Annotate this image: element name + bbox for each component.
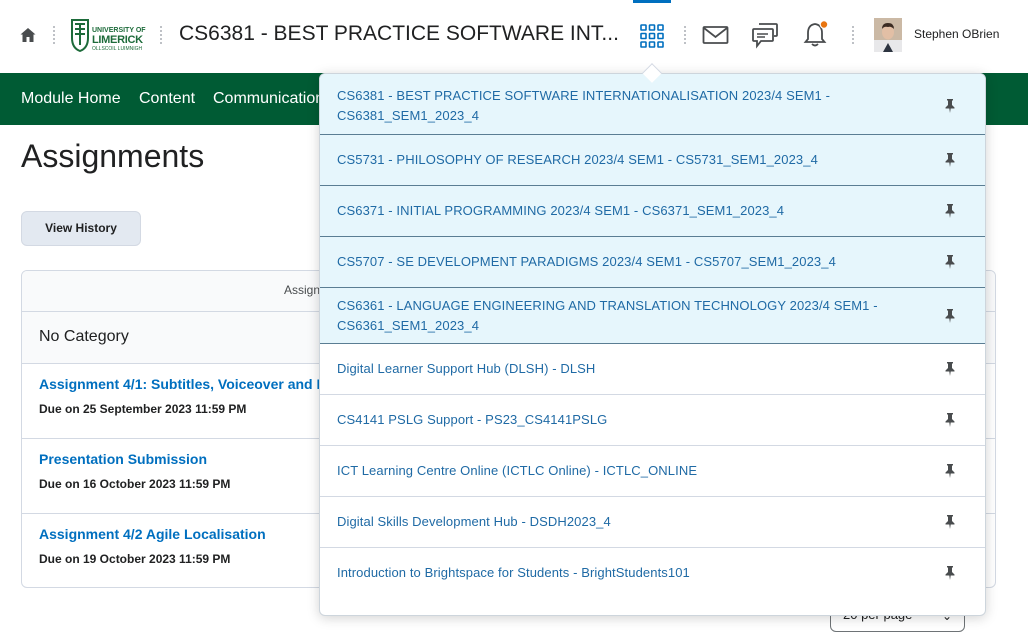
chat-icon[interactable] <box>751 21 779 49</box>
assignment-link[interactable]: Presentation Submission <box>39 451 207 467</box>
university-logo[interactable]: UNIVERSITY OF LIMERICK OLLSCOIL LUIMNIGH <box>70 18 146 54</box>
course-link[interactable]: Introduction to Brightspace for Students… <box>337 563 917 583</box>
course-selector-dropdown: CS6381 - BEST PRACTICE SOFTWARE INTERNAT… <box>319 73 986 616</box>
pin-icon[interactable] <box>944 515 956 529</box>
course-item[interactable]: CS5707 - SE DEVELOPMENT PARADIGMS 2023/4… <box>320 237 985 288</box>
page-title: Assignments <box>21 138 205 174</box>
pin-icon[interactable] <box>944 566 956 580</box>
due-date: Due on 19 October 2023 11:59 PM <box>39 552 231 566</box>
separator <box>684 25 686 45</box>
nav-content[interactable]: Content <box>139 90 195 108</box>
course-item[interactable]: CS6361 - LANGUAGE ENGINEERING AND TRANSL… <box>320 288 985 344</box>
course-link[interactable]: CS4141 PSLG Support - PS23_CS4141PSLG <box>337 410 917 430</box>
due-date: Due on 16 October 2023 11:59 PM <box>39 477 231 491</box>
crest-icon <box>71 19 89 52</box>
user-name[interactable]: Stephen OBrien <box>914 27 999 41</box>
pin-icon[interactable] <box>944 309 956 323</box>
course-link[interactable]: CS5731 - PHILOSOPHY OF RESEARCH 2023/4 S… <box>337 150 917 170</box>
course-item[interactable]: CS6381 - BEST PRACTICE SOFTWARE INTERNAT… <box>320 74 985 135</box>
notification-dot <box>819 20 829 29</box>
pin-icon[interactable] <box>944 99 956 113</box>
category-label: No Category <box>39 328 129 345</box>
course-item[interactable]: Digital Skills Development Hub - DSDH202… <box>320 497 985 548</box>
logo-line-3: OLLSCOIL LUIMNIGH <box>92 46 143 52</box>
course-link[interactable]: CS6361 - LANGUAGE ENGINEERING AND TRANSL… <box>337 296 917 336</box>
nav-module-home[interactable]: Module Home <box>21 90 121 108</box>
due-date: Due on 25 September 2023 11:59 PM <box>39 402 247 416</box>
pin-icon[interactable] <box>944 204 956 218</box>
course-link[interactable]: Digital Learner Support Hub (DLSH) - DLS… <box>337 359 917 379</box>
course-item[interactable]: CS4141 PSLG Support - PS23_CS4141PSLG <box>320 395 985 446</box>
assignment-link[interactable]: Assignment 4/2 Agile Localisation <box>39 526 266 542</box>
pin-icon[interactable] <box>944 464 956 478</box>
course-link[interactable]: ICT Learning Centre Online (ICTLC Online… <box>337 461 917 481</box>
course-link[interactable]: Digital Skills Development Hub - DSDH202… <box>337 512 917 532</box>
pin-icon[interactable] <box>944 413 956 427</box>
pin-icon[interactable] <box>944 153 956 167</box>
course-link[interactable]: CS6381 - BEST PRACTICE SOFTWARE INTERNAT… <box>337 86 917 126</box>
course-item[interactable]: CS5731 - PHILOSOPHY OF RESEARCH 2023/4 S… <box>320 135 985 186</box>
course-title[interactable]: CS6381 - BEST PRACTICE SOFTWARE INT... <box>179 22 619 46</box>
avatar-image <box>874 18 902 52</box>
separator <box>160 25 162 45</box>
pin-icon[interactable] <box>944 255 956 269</box>
course-item[interactable]: CS6371 - INITIAL PROGRAMMING 2023/4 SEM1… <box>320 186 985 237</box>
course-link[interactable]: CS6371 - INITIAL PROGRAMMING 2023/4 SEM1… <box>337 201 917 221</box>
active-indicator <box>633 0 671 3</box>
separator <box>53 25 55 45</box>
course-item[interactable]: Introduction to Brightspace for Students… <box>320 548 985 599</box>
top-header: UNIVERSITY OF LIMERICK OLLSCOIL LUIMNIGH… <box>0 0 1028 73</box>
view-history-button[interactable]: View History <box>21 211 141 246</box>
logo-line-2: LIMERICK <box>92 34 143 46</box>
course-selector-icon[interactable] <box>640 24 664 48</box>
assignment-link[interactable]: Assignment 4/1: Subtitles, Voiceover and… <box>39 376 329 392</box>
avatar[interactable] <box>874 18 902 52</box>
logo-line-1: UNIVERSITY OF <box>92 27 146 34</box>
bell-icon[interactable] <box>803 20 829 48</box>
course-item[interactable]: ICT Learning Centre Online (ICTLC Online… <box>320 446 985 497</box>
separator <box>852 25 854 45</box>
mail-icon[interactable] <box>702 24 729 46</box>
home-icon[interactable] <box>19 26 37 44</box>
course-link[interactable]: CS5707 - SE DEVELOPMENT PARADIGMS 2023/4… <box>337 252 917 272</box>
pin-icon[interactable] <box>944 362 956 376</box>
nav-communication[interactable]: Communication <box>213 90 324 108</box>
course-item[interactable]: Digital Learner Support Hub (DLSH) - DLS… <box>320 344 985 395</box>
